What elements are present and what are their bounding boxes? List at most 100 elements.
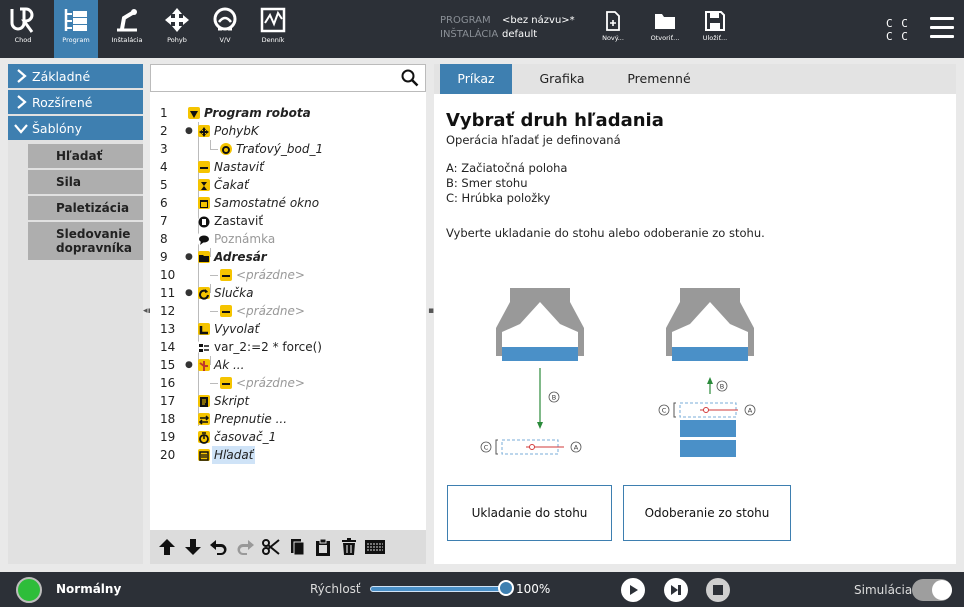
tree-row[interactable]: 6 Samostatné okno <box>150 194 426 212</box>
template-conveyor-tracking[interactable]: Sledovanie dopravníka <box>28 222 143 260</box>
tree-search-input[interactable] <box>150 64 426 92</box>
move-up-icon[interactable] <box>156 535 178 559</box>
nav-section-basic[interactable]: Základné <box>8 64 143 88</box>
row-label: Program robota <box>204 106 311 120</box>
tree-row[interactable]: 18 Prepnutie ... <box>150 410 426 428</box>
undo-icon[interactable] <box>208 535 230 559</box>
installation-icon <box>117 9 137 32</box>
cc-line-2: C C <box>886 30 909 43</box>
tree-row[interactable]: 5 Čakať <box>150 176 426 194</box>
paste-icon[interactable] <box>312 535 334 559</box>
command-panel: Príkaz Grafika Premenné Vybrať druh hľad… <box>434 64 956 564</box>
speed-slider[interactable] <box>370 586 506 592</box>
tree-row[interactable]: 3 Traťový_bod_1 <box>150 140 426 158</box>
tab-graphics[interactable]: Grafika <box>522 64 602 94</box>
template-search[interactable]: Hľadať <box>28 144 143 168</box>
copy-icon[interactable] <box>286 535 308 559</box>
delete-icon[interactable] <box>338 535 360 559</box>
nav-run[interactable]: Chod <box>0 0 46 58</box>
new-button-label: Nový... <box>602 34 624 42</box>
nav-program[interactable]: Program <box>54 0 98 58</box>
page-title: Vybrať druh hľadania <box>446 110 664 131</box>
save-button[interactable]: Uložiť... <box>697 0 733 58</box>
definition-b: B: Smer stohu <box>446 176 528 190</box>
nav-installation[interactable]: Inštalácia <box>104 0 150 58</box>
label-b: B <box>720 383 724 391</box>
nav-section-templates-label: Šablóny <box>32 120 82 136</box>
installation-name: default <box>502 29 538 40</box>
row-number: 12 <box>160 304 176 318</box>
tree-row[interactable]: 10 <prázdne> <box>150 266 426 284</box>
robot-status-text: Normálny <box>56 582 122 596</box>
play-button[interactable] <box>621 578 645 602</box>
tree-row[interactable]: 13 Vyvolať <box>150 320 426 338</box>
program-info: PROGRAM <bez názvu>* INŠTALÁCIA default <box>440 14 575 42</box>
tree-row[interactable]: 2 ● PohybK <box>150 122 426 140</box>
expand-pin-icon[interactable]: ● <box>185 356 193 374</box>
top-bar: Chod Program Inštalácia Pohyb V/V Denník… <box>0 0 964 58</box>
new-button[interactable]: Nový... <box>598 0 628 58</box>
expand-pin-icon[interactable]: ● <box>185 248 193 266</box>
row-label: <prázdne> <box>236 376 305 390</box>
timer-icon <box>198 431 210 444</box>
destacking-button[interactable]: Odoberanie zo stohu <box>623 485 791 541</box>
loop-icon <box>198 287 210 300</box>
halt-icon <box>198 215 210 228</box>
row-label: Nastaviť <box>214 160 264 174</box>
tree-row[interactable]: 12 <prázdne> <box>150 302 426 320</box>
simulation-toggle[interactable] <box>912 579 952 601</box>
speed-slider-handle[interactable] <box>498 580 514 596</box>
stack-item <box>502 347 578 361</box>
tree-row[interactable]: 16 <prázdne> <box>150 374 426 392</box>
tree-row[interactable]: 14 var_2:=2 * force() <box>150 338 426 356</box>
cut-icon[interactable] <box>260 535 282 559</box>
suppress-icon[interactable] <box>364 535 386 559</box>
expand-pin-icon[interactable]: ● <box>185 122 193 140</box>
tree-row[interactable]: 9 ● Adresár <box>150 248 426 266</box>
nav-io[interactable]: V/V <box>204 0 246 58</box>
row-label: Adresár <box>214 250 267 264</box>
nav-section-advanced-label: Rozšírené <box>32 94 93 110</box>
cc-line-1: C C <box>886 17 909 30</box>
simulation-label: Simulácia <box>854 583 913 597</box>
tree-row[interactable]: 4 Nastaviť <box>150 158 426 176</box>
stacking-diagram: B C A <box>480 288 584 455</box>
template-palletizing[interactable]: Paletizácia <box>28 196 143 220</box>
step-icon <box>671 585 681 595</box>
tree-row[interactable]: 15 ● Ak ... <box>150 356 426 374</box>
search-icon[interactable] <box>401 69 419 87</box>
program-tree-panel: 1 Program robota 2 ● PohybK 3 Traťový_bo… <box>150 64 426 564</box>
call-icon <box>198 323 210 335</box>
tree-row[interactable]: 19 časovač_1 <box>150 428 426 446</box>
tree-row[interactable]: 7 Zastaviť <box>150 212 426 230</box>
set-icon <box>198 161 210 173</box>
nav-section-advanced[interactable]: Rozšírené <box>8 90 143 114</box>
stacking-button[interactable]: Ukladanie do stohu <box>447 485 612 541</box>
definition-c: C: Hrúbka položky <box>446 191 551 205</box>
robot-status-indicator[interactable] <box>16 577 42 603</box>
tree-row[interactable]: 11 ● Slučka <box>150 284 426 302</box>
stop-button[interactable] <box>706 578 730 602</box>
row-number: 17 <box>160 394 176 408</box>
nav-log[interactable]: Denník <box>252 0 294 58</box>
open-button[interactable]: Otvoriť... <box>645 0 685 58</box>
nav-move[interactable]: Pohyb <box>156 0 198 58</box>
nav-section-templates[interactable]: Šablóny <box>8 116 143 140</box>
waypoint-icon <box>220 143 232 155</box>
tree-row[interactable]: 17 Skript <box>150 392 426 410</box>
tree-row[interactable]: 20 Hľadať <box>150 446 426 464</box>
expand-pin-icon[interactable]: ● <box>185 284 193 302</box>
row-number: 19 <box>160 430 176 444</box>
step-button[interactable] <box>664 578 688 602</box>
tab-command[interactable]: Príkaz <box>440 64 512 94</box>
menu-icon[interactable] <box>930 17 954 39</box>
open-button-label: Otvoriť... <box>650 34 680 42</box>
move-down-icon[interactable] <box>182 535 204 559</box>
tab-variables[interactable]: Premenné <box>614 64 704 94</box>
template-force[interactable]: Sila <box>28 170 143 194</box>
tree-row[interactable]: 1 Program robota <box>150 104 426 122</box>
tree-row[interactable]: 8 Poznámka <box>150 230 426 248</box>
play-icon <box>630 585 638 595</box>
redo-icon[interactable] <box>234 535 256 559</box>
controller-indicator[interactable]: C C C C <box>886 17 909 43</box>
